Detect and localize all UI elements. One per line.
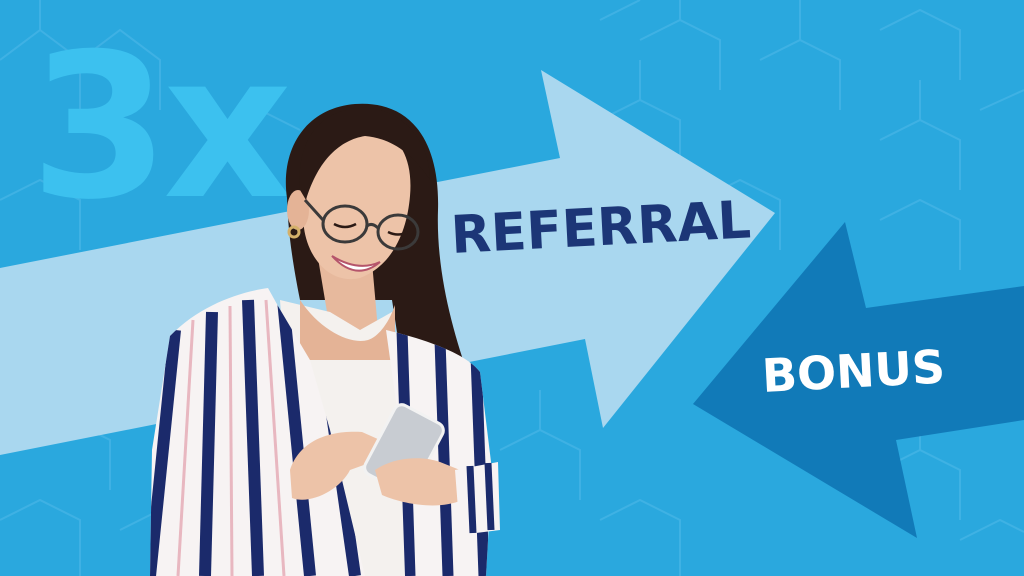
woman-with-phone-figure	[150, 103, 500, 576]
referral-bonus-banner: 3x REFERRAL BONUS	[0, 0, 1024, 576]
